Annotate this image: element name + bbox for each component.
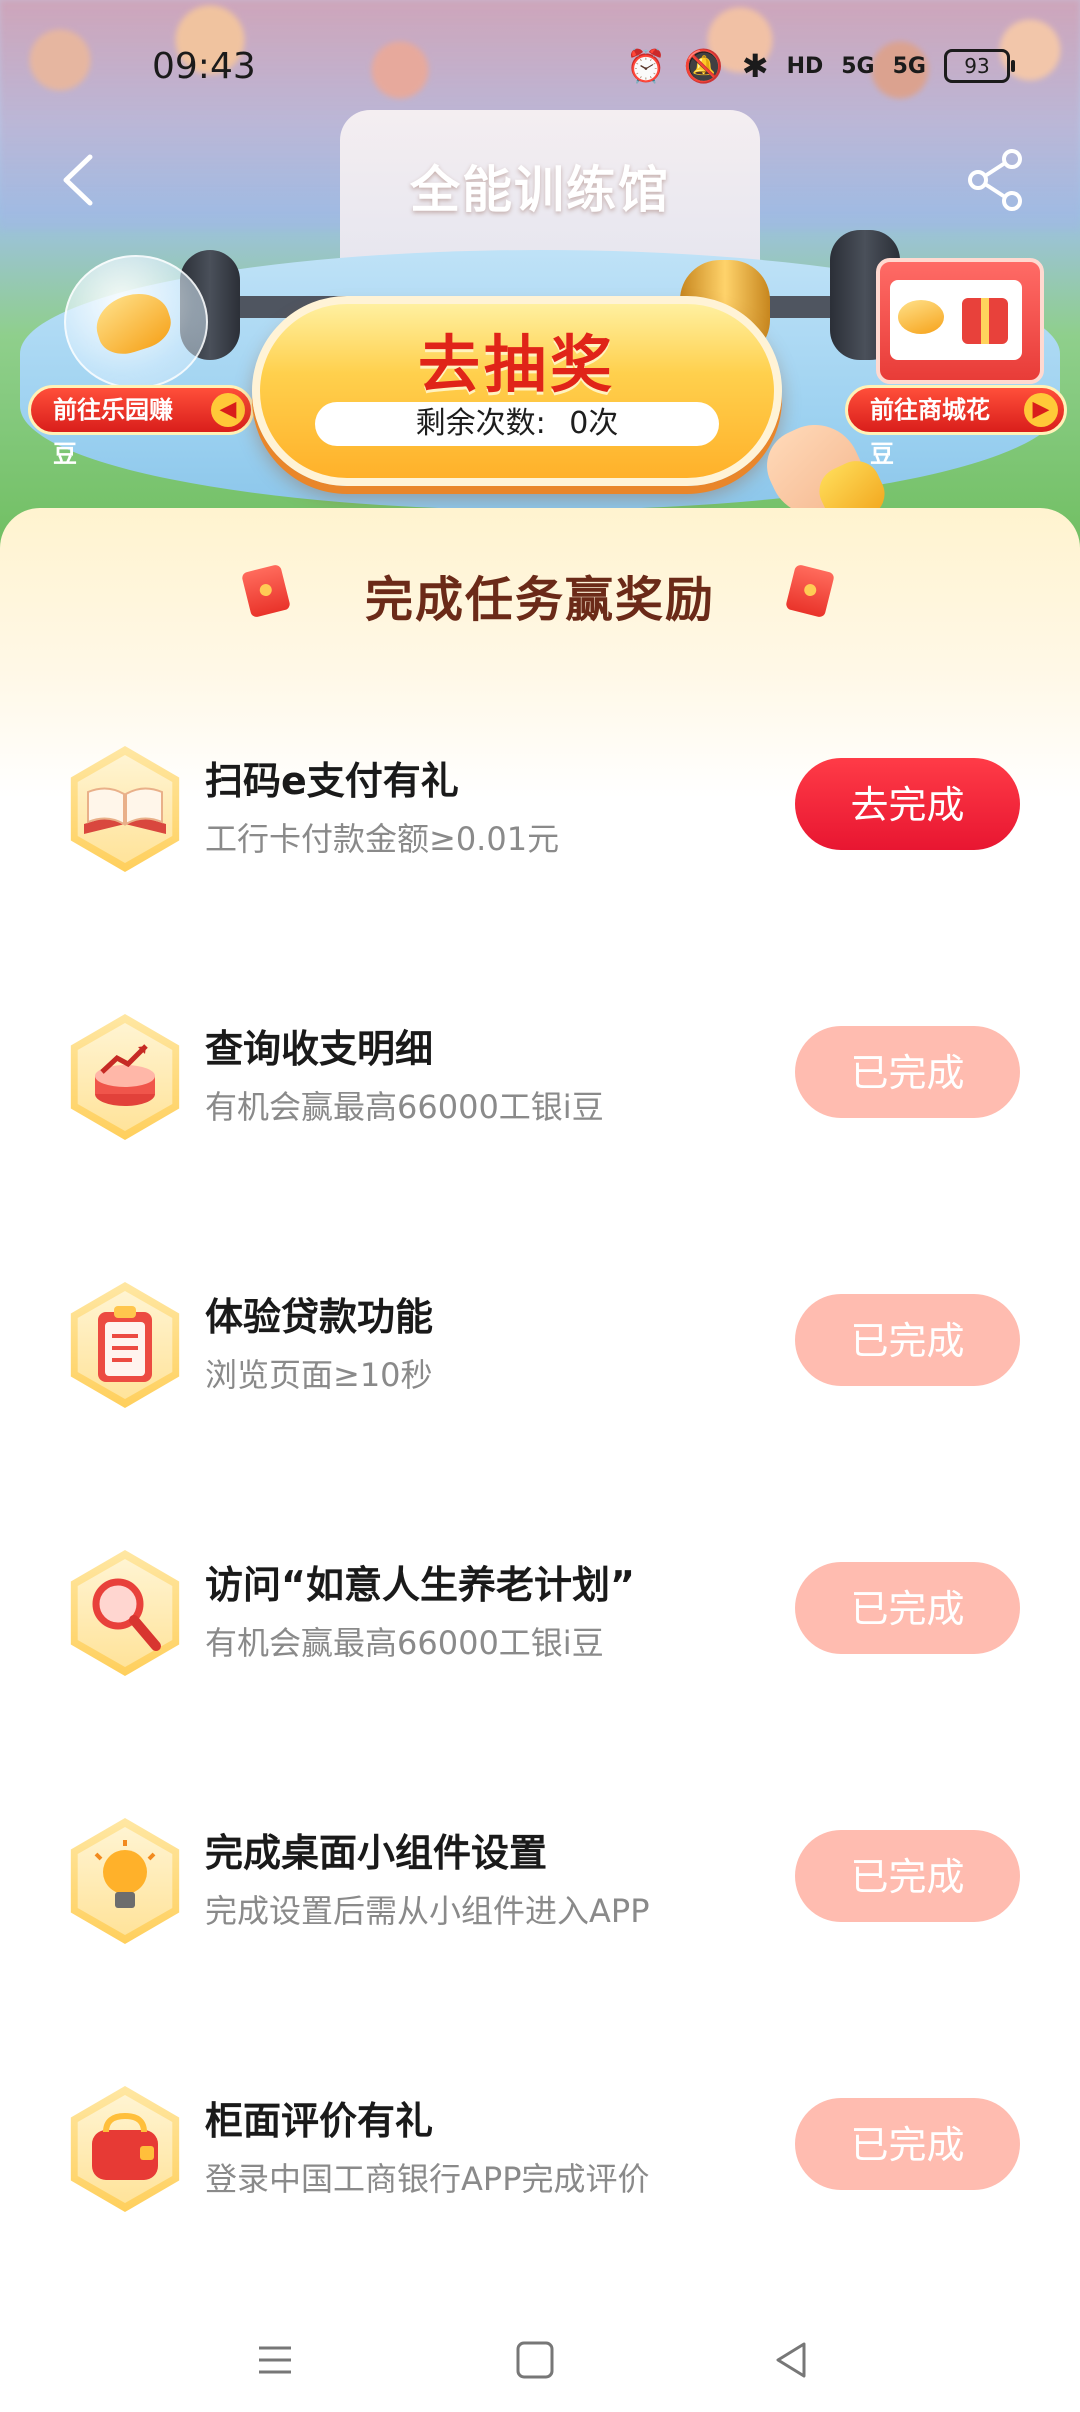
page-title: 全能训练馆	[410, 161, 670, 219]
task-desc: 有机会赢最高66000工银i豆	[205, 1088, 604, 1126]
task-desc: 完成设置后需从小组件进入APP	[205, 1892, 650, 1930]
signal-5g-icon-2: 5G	[892, 53, 926, 79]
menu-icon[interactable]	[245, 2330, 305, 2390]
go-complete-button[interactable]: 去完成	[795, 758, 1020, 850]
task-desc: 有机会赢最高66000工银i豆	[205, 1624, 604, 1662]
task-name: 完成桌面小组件设置	[205, 1831, 548, 1875]
completed-button[interactable]: 已完成	[795, 1026, 1020, 1118]
bluetooth-icon: ✱	[741, 47, 769, 85]
share-icon[interactable]	[960, 145, 1030, 215]
arrow-left-icon: ◀	[211, 393, 245, 427]
spend-beans-button[interactable]: 前往商城花豆 ▶	[845, 385, 1067, 468]
task-desc: 浏览页面≥10秒	[205, 1356, 433, 1394]
remaining-count: 剩余次数: 0次	[315, 402, 719, 446]
purse-icon	[92, 2112, 158, 2180]
arrow-right-icon: ▶	[1024, 393, 1058, 427]
task-row: 柜面评价有礼 登录中国工商银行APP完成评价 已完成	[0, 2070, 1080, 2230]
remaining-value: 0次	[569, 406, 619, 441]
shop-gift-icon	[876, 258, 1044, 384]
task-row: 查询收支明细 有机会赢最高66000工银i豆 已完成	[0, 998, 1080, 1158]
task-name: 访问“如意人生养老计划”	[205, 1563, 635, 1607]
back-triangle-icon[interactable]	[762, 2330, 822, 2390]
task-row: 完成桌面小组件设置 完成设置后需从小组件进入APP 已完成	[0, 1802, 1080, 1962]
section-title: 完成任务赢奖励	[364, 572, 715, 628]
task-desc: 登录中国工商银行APP完成评价	[205, 2160, 650, 2198]
lottery-label: 去抽奖	[417, 328, 616, 401]
book-icon	[84, 787, 166, 834]
battery-icon: 93	[944, 49, 1015, 83]
completed-button[interactable]: 已完成	[795, 1294, 1020, 1386]
mute-icon: 🔕	[683, 47, 724, 85]
status-icons: ⏰ 🔕 ✱ HD 5G 5G 93	[626, 47, 1015, 85]
completed-button[interactable]: 已完成	[795, 1562, 1020, 1654]
coin-bubble-icon	[64, 255, 208, 389]
task-row: 体验贷款功能 浏览页面≥10秒 已完成	[0, 1266, 1080, 1426]
task-row: 访问“如意人生养老计划” 有机会赢最高66000工银i豆 已完成	[0, 1534, 1080, 1694]
alarm-icon: ⏰	[626, 47, 666, 85]
signal-5g-icon: 5G	[841, 53, 875, 79]
earn-beans-button[interactable]: 前往乐园赚豆 ◀	[28, 385, 254, 468]
home-icon[interactable]	[505, 2330, 565, 2390]
task-row: 扫码e支付有礼 工行卡付款金额≥0.01元 去完成	[0, 730, 1080, 890]
task-desc: 工行卡付款金额≥0.01元	[205, 820, 560, 858]
remaining-label: 剩余次数:	[415, 406, 546, 441]
task-name: 体验贷款功能	[205, 1295, 434, 1339]
hd-icon: HD	[786, 53, 824, 79]
task-name: 扫码e支付有礼	[205, 759, 459, 803]
completed-button[interactable]: 已完成	[795, 1830, 1020, 1922]
clipboard-icon	[98, 1306, 152, 1382]
lottery-button[interactable]: 去抽奖 剩余次数: 0次	[252, 296, 782, 486]
status-bar: 09:43 ⏰ 🔕 ✱ HD 5G 5G 93	[0, 0, 1080, 130]
magnifier-icon	[92, 1578, 161, 1651]
lightbulb-icon	[94, 1840, 156, 1908]
task-name: 查询收支明细	[205, 1027, 434, 1071]
system-navigation-bar	[0, 2300, 1080, 2412]
task-name: 柜面评价有礼	[205, 2099, 434, 2143]
completed-button[interactable]: 已完成	[795, 2098, 1020, 2190]
status-time: 09:43	[152, 46, 256, 87]
chart-cake-icon	[95, 1044, 155, 1106]
